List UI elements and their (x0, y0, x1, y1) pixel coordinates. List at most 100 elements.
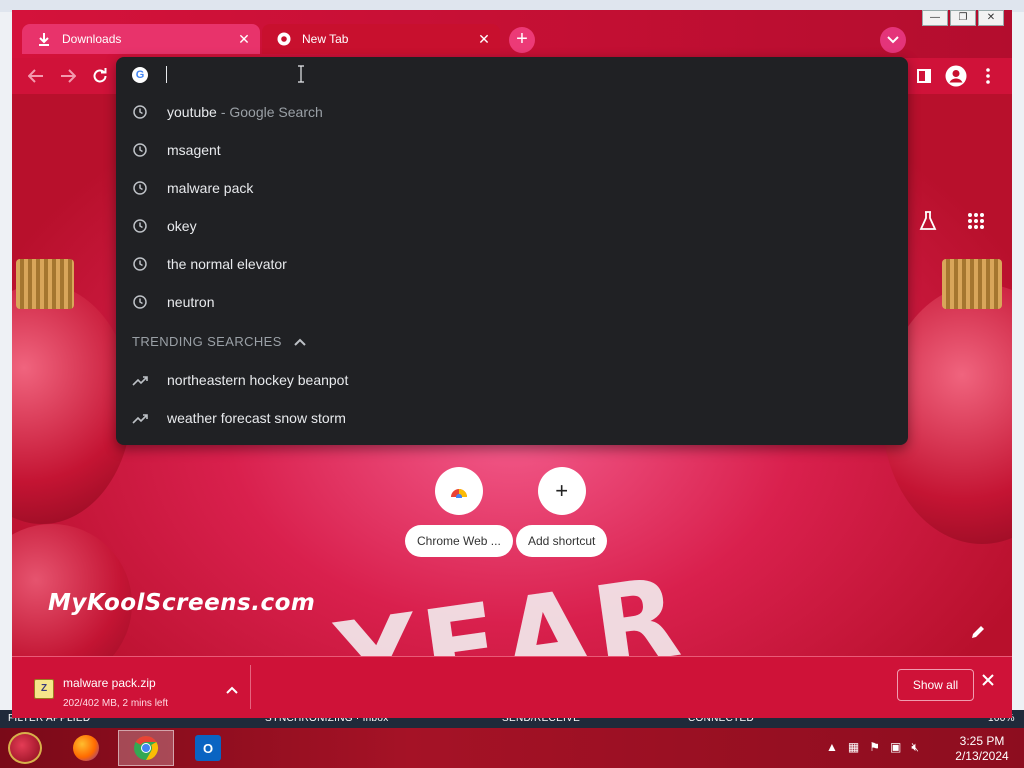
suggestion-text: msagent (167, 142, 221, 158)
back-button[interactable] (24, 64, 48, 88)
show-hidden-icons[interactable]: ▲ (826, 740, 838, 755)
history-icon (132, 104, 148, 120)
google-g-icon: G (132, 67, 148, 83)
menu-button[interactable] (976, 64, 1000, 88)
close-shelf-button[interactable] (982, 673, 994, 691)
suggestion-text: youtube (167, 104, 217, 120)
start-button[interactable] (8, 732, 42, 764)
omnibox[interactable]: G (116, 57, 908, 93)
reload-button[interactable] (88, 64, 112, 88)
taskbar-outlook[interactable]: O (180, 730, 236, 766)
google-apps-button[interactable] (964, 209, 988, 233)
chevron-up-icon[interactable] (294, 335, 306, 349)
profile-button[interactable] (944, 64, 968, 88)
text-caret (166, 66, 167, 83)
labs-button[interactable] (916, 209, 940, 233)
windows-taskbar: O ▲ ▦ ⚑ ▣ 🔇︎ 3:25 PM 2/13/2024 (0, 728, 1024, 768)
profile-avatar-icon (945, 65, 967, 87)
shortcut-label: Chrome Web ... (405, 525, 513, 557)
suggestion-item[interactable]: malware pack (116, 169, 908, 207)
shortcut-chrome-web-store[interactable]: Chrome Web ... (405, 467, 513, 557)
suggestion-text: neutron (167, 294, 215, 310)
tab-title: New Tab (302, 32, 349, 46)
show-all-button[interactable]: Show all (897, 669, 974, 701)
system-tray: ▲ ▦ ⚑ ▣ 🔇︎ (826, 740, 919, 755)
trending-text: northeastern hockey beanpot (167, 372, 349, 388)
close-icon[interactable]: ✕ (236, 31, 252, 47)
download-icon (36, 31, 52, 47)
trending-header-label: TRENDING SEARCHES (132, 334, 282, 349)
chevron-up-icon[interactable] (226, 683, 238, 697)
volume-muted-icon[interactable]: 🔇︎ (911, 740, 919, 755)
download-separator (250, 665, 251, 709)
trending-text: weather forecast snow storm (167, 410, 346, 426)
chevron-down-icon (887, 36, 899, 44)
tab-downloads[interactable]: Downloads ✕ (22, 24, 260, 54)
history-icon (132, 256, 148, 272)
taskbar-clock[interactable]: 3:25 PM 2/13/2024 (946, 734, 1018, 764)
close-icon (982, 674, 994, 686)
shortcut-label: Add shortcut (516, 525, 608, 557)
tab-search-button[interactable] (880, 27, 906, 53)
trending-icon (132, 410, 148, 426)
network-icon[interactable]: ▦ (848, 740, 859, 755)
shortcut-add[interactable]: + Add shortcut (516, 467, 608, 557)
outlook-icon: O (195, 735, 221, 761)
ornament-cap-right (942, 259, 1002, 309)
flag-icon[interactable]: ⚑ (869, 740, 880, 755)
suggestion-text: okey (167, 218, 197, 234)
new-tab-button[interactable]: + (509, 27, 535, 53)
suggestion-item[interactable]: neutron (116, 283, 908, 321)
zip-file-icon: Z (34, 679, 54, 699)
arrow-left-icon (28, 69, 43, 83)
apps-grid-icon (968, 213, 984, 229)
side-panel-icon (917, 69, 931, 83)
download-shelf: Z malware pack.zip 202/402 MB, 2 mins le… (12, 656, 1012, 718)
plus-icon: + (537, 467, 586, 515)
suggestion-text: the normal elevator (167, 256, 287, 272)
tab-title: Downloads (62, 32, 122, 46)
ornament-left (12, 284, 132, 524)
suggestion-item[interactable]: the normal elevator (116, 245, 908, 283)
chrome-web-store-icon (434, 467, 483, 515)
watermark-text: MyKoolScreens.com (48, 590, 316, 616)
reload-icon (93, 68, 107, 83)
omnibox-dropdown: G youtube - Google Search msagent malwar… (116, 57, 908, 445)
firefox-icon (73, 735, 99, 761)
history-icon (132, 142, 148, 158)
tab-new-tab[interactable]: New Tab ✕ (262, 24, 500, 54)
trending-item[interactable]: weather forecast snow storm (116, 399, 908, 437)
maximize-button[interactable]: ❐ (950, 10, 976, 26)
window-controls: — ❐ ✕ (922, 10, 1004, 26)
suggestion-item[interactable]: okey (116, 207, 908, 245)
taskbar-chrome[interactable] (118, 730, 174, 766)
trending-icon (132, 372, 148, 388)
monitor-icon[interactable]: ▣ (890, 740, 901, 755)
pencil-icon (972, 626, 984, 638)
history-icon (132, 294, 148, 310)
close-window-button[interactable]: ✕ (978, 10, 1004, 26)
minimize-button[interactable]: — (922, 10, 948, 26)
address-input[interactable] (168, 63, 868, 87)
download-file-name: malware pack.zip (63, 676, 156, 690)
taskbar-firefox[interactable] (58, 730, 114, 766)
forward-button[interactable] (56, 64, 80, 88)
clock-time: 3:25 PM (959, 734, 1005, 748)
suggestion-item[interactable]: msagent (116, 131, 908, 169)
trending-item[interactable]: northeastern hockey beanpot (116, 361, 908, 399)
ornament-cap-left (16, 259, 74, 309)
chrome-icon (133, 735, 159, 761)
history-icon (132, 180, 148, 196)
chrome-icon (276, 31, 292, 47)
side-panel-button[interactable] (912, 64, 936, 88)
tab-strip: — ❐ ✕ Downloads ✕ New Tab ✕ + (12, 10, 1012, 58)
suggestion-subtext: - Google Search (220, 104, 323, 120)
download-item[interactable]: Z malware pack.zip 202/402 MB, 2 mins le… (20, 665, 250, 709)
trending-header[interactable]: TRENDING SEARCHES (132, 334, 306, 349)
customize-button[interactable] (970, 624, 990, 644)
suggestion-item[interactable]: youtube - Google Search (116, 93, 908, 131)
close-icon[interactable]: ✕ (476, 31, 492, 47)
download-progress-text: 202/402 MB, 2 mins left (63, 698, 169, 709)
beaker-icon (919, 211, 937, 230)
clock-date: 2/13/2024 (955, 749, 1009, 763)
